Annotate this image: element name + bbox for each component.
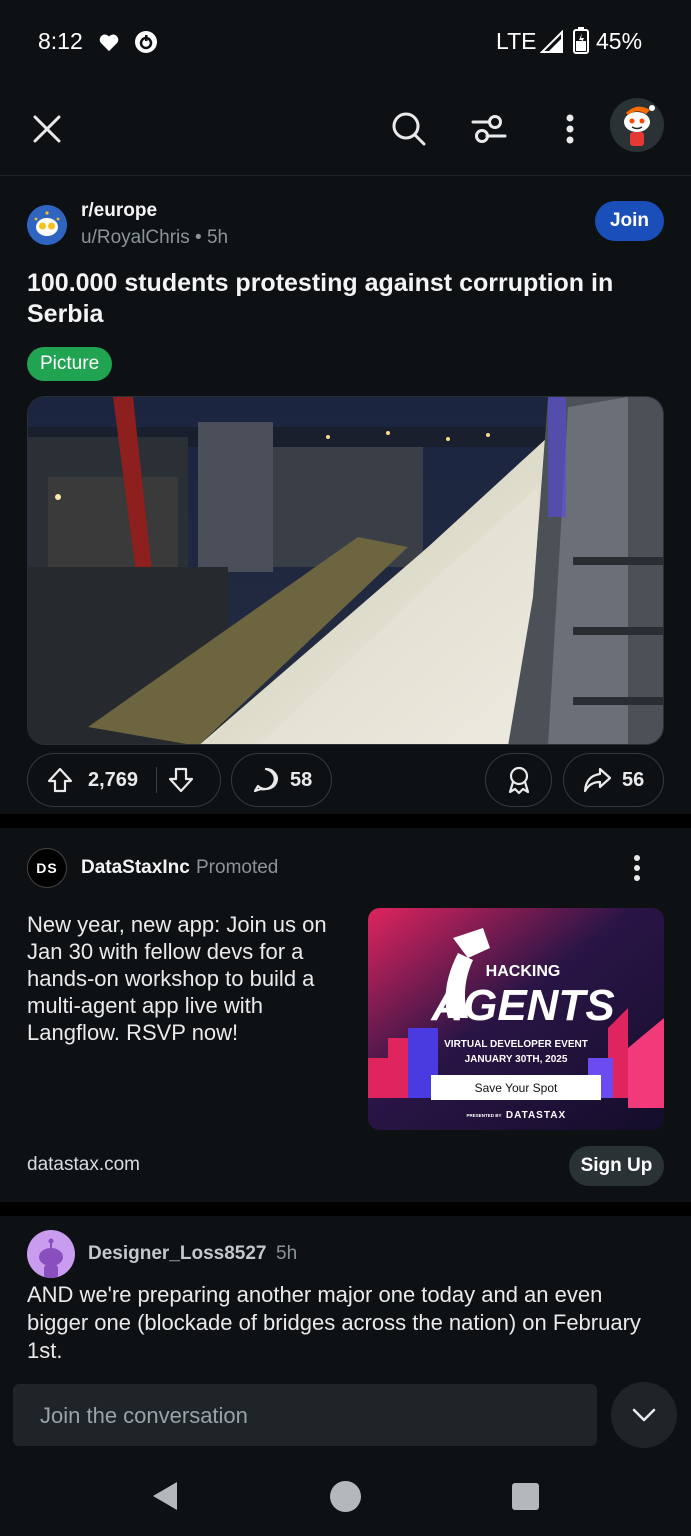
post-flair[interactable]: Picture — [27, 347, 113, 381]
promoted-label: Promoted — [196, 857, 279, 878]
post-meta: u/RoyalChris • 5h — [81, 227, 228, 249]
post-author[interactable]: u/RoyalChris — [81, 227, 190, 248]
upvote-icon — [47, 767, 73, 793]
hacking-agents-banner: HACKING AGENTS VIRTUAL DEVELOPER EVENT J… — [368, 908, 664, 1130]
signal-icon — [540, 30, 563, 53]
sign-up-button[interactable]: Sign Up — [569, 1146, 664, 1186]
post-card: r/europe u/RoyalChris • 5h Join 100.000 … — [0, 177, 691, 814]
subreddit-icon[interactable] — [27, 205, 67, 245]
post-image[interactable] — [27, 396, 664, 745]
promo-domain-link[interactable]: datastax.com — [27, 1154, 140, 1176]
reply-placeholder: Join the conversation — [40, 1403, 248, 1428]
europe-flag-icon — [27, 205, 67, 245]
sort-filter-button[interactable] — [466, 106, 512, 152]
post-age: 5h — [206, 227, 229, 248]
snoo-avatar-icon — [624, 105, 655, 146]
network-type: LTE — [496, 28, 537, 54]
banner-line3: VIRTUAL DEVELOPER EVENT — [444, 1039, 588, 1050]
downvote-button[interactable] — [167, 766, 195, 794]
system-navigation-bar — [0, 1456, 691, 1536]
banner-line4: JANUARY 30TH, 2025 — [465, 1054, 568, 1065]
recents-button[interactable] — [512, 1483, 539, 1510]
status-bar: 8:12 LTE 45% — [0, 0, 691, 80]
downvote-icon — [168, 767, 194, 793]
chevron-down-icon — [632, 1408, 656, 1422]
meta-dot: • — [195, 227, 207, 248]
share-icon — [583, 767, 612, 793]
back-icon[interactable] — [151, 1480, 179, 1512]
post-title[interactable]: 100.000 students protesting against corr… — [27, 268, 657, 330]
search-icon — [392, 112, 426, 146]
banner-brand: DATASTAX — [506, 1110, 566, 1121]
close-button[interactable] — [26, 108, 68, 150]
promoted-post: DS DataStaxInc Promoted New year, new ap… — [0, 828, 691, 1202]
post-actions: 2,769 58 56 — [0, 753, 691, 807]
section-divider — [0, 814, 691, 828]
advertiser-logo[interactable]: DS — [27, 848, 67, 888]
search-button[interactable] — [386, 106, 432, 152]
heart-icon — [99, 34, 119, 52]
upvote-count: 2,769 — [88, 768, 139, 791]
promo-banner-image[interactable]: HACKING AGENTS VIRTUAL DEVELOPER EVENT J… — [368, 908, 664, 1130]
promo-text[interactable]: New year, new app: Join us on Jan 30 wit… — [27, 911, 352, 1046]
award-button[interactable] — [485, 753, 552, 807]
vote-divider — [156, 767, 158, 793]
home-button[interactable] — [330, 1481, 361, 1512]
share-count: 56 — [622, 768, 645, 791]
banner-cta: Save Your Spot — [475, 1081, 558, 1095]
commenter-username[interactable]: Designer_Loss8527 — [88, 1243, 267, 1265]
banner-presented: PRESENTED BY — [466, 1113, 501, 1118]
filter-icon — [471, 115, 507, 143]
battery-icon — [573, 27, 589, 54]
close-icon — [33, 115, 61, 143]
upvote-button[interactable] — [28, 766, 74, 794]
comments-button[interactable]: 58 — [231, 753, 332, 807]
comment-bubble-icon — [253, 767, 278, 793]
vote-control: 2,769 — [27, 753, 221, 807]
advertiser-name[interactable]: DataStaxInc — [81, 857, 190, 879]
promo-more-button[interactable] — [620, 850, 654, 886]
comment-age: 5h — [276, 1243, 298, 1264]
more-vertical-icon — [634, 855, 640, 881]
reply-field[interactable]: Join the conversation — [13, 1384, 597, 1446]
more-vertical-icon — [566, 114, 574, 144]
battery-percent: 45% — [596, 28, 643, 54]
section-divider — [0, 1202, 691, 1216]
comment-body: AND we're preparing another major one to… — [27, 1282, 641, 1363]
more-options-button[interactable] — [548, 106, 592, 152]
banner-line1: HACKING — [486, 963, 561, 980]
share-button[interactable]: 56 — [563, 753, 664, 807]
subreddit-name[interactable]: r/europe — [81, 200, 157, 222]
comment: Designer_Loss8527 5h AND we're preparing… — [0, 1216, 691, 1376]
top-navigation — [0, 80, 691, 176]
award-icon — [508, 766, 529, 795]
banner-line2: AGENTS — [430, 981, 614, 1030]
collapse-button[interactable] — [611, 1382, 677, 1448]
commenter-avatar[interactable] — [27, 1230, 75, 1278]
status-time: 8:12 — [38, 28, 83, 54]
user-avatar[interactable] — [610, 98, 664, 152]
protest-photo-illustration — [28, 397, 663, 744]
comment-count: 58 — [290, 768, 313, 791]
snoo-avatar-icon — [39, 1238, 63, 1278]
join-button[interactable]: Join — [595, 201, 664, 241]
app-notification-icon — [135, 31, 157, 53]
